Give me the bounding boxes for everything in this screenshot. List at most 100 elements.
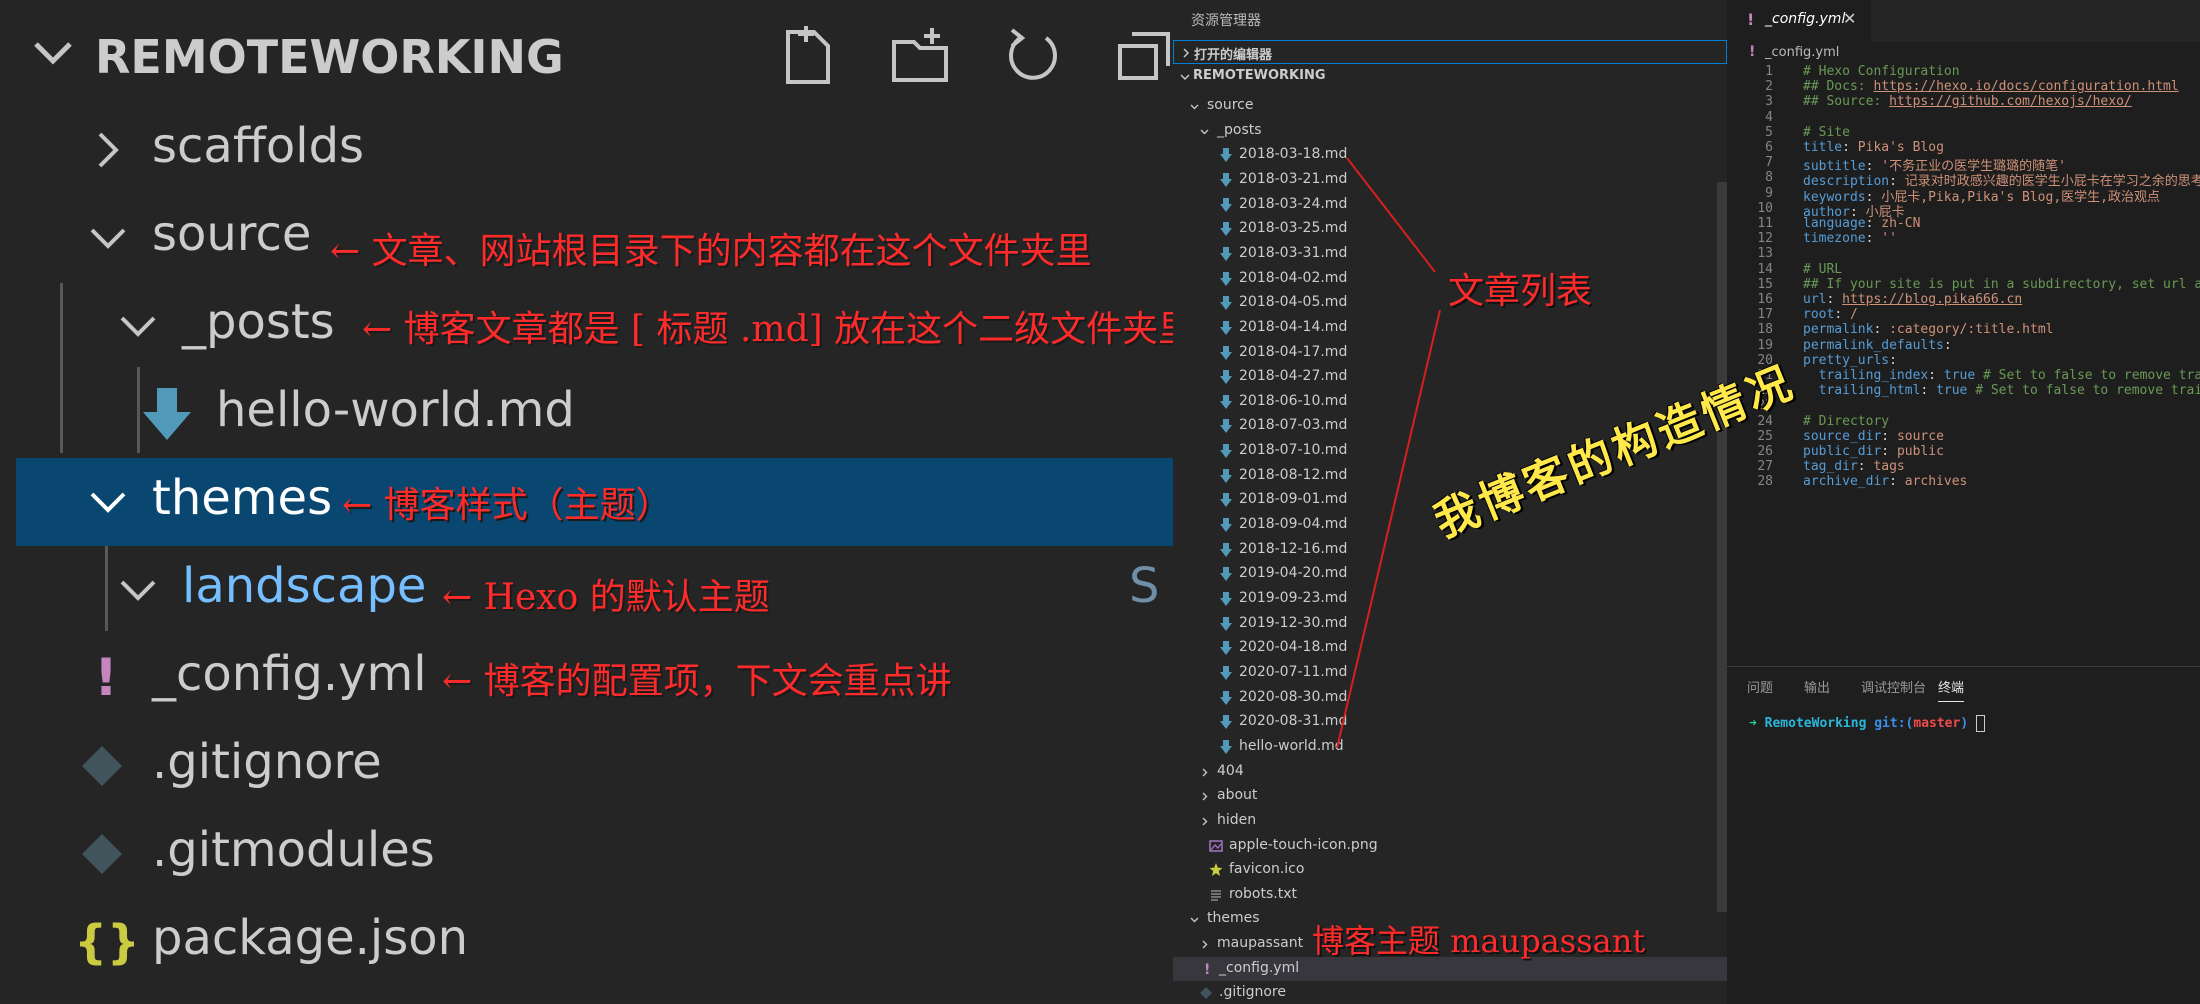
- tree-folder-posts[interactable]: _posts: [1173, 119, 1727, 144]
- tree-file-post[interactable]: 2018-04-17.md: [1173, 341, 1727, 366]
- code-line[interactable]: 9 keywords: 小屁卡,Pika,Pika's Blog,医学生,政治观点: [1727, 186, 2200, 205]
- workspace-section[interactable]: REMOTEWORKING: [1173, 65, 1727, 89]
- collapse-all-icon[interactable]: [1112, 24, 1173, 90]
- code-line[interactable]: 17 root: /: [1727, 307, 2200, 322]
- chevron-down-icon[interactable]: [1189, 914, 1200, 925]
- tree-file[interactable]: apple-touch-icon.png: [1173, 834, 1727, 859]
- tree-file-post[interactable]: 2018-03-25.md: [1173, 217, 1727, 242]
- tree-file-post[interactable]: 2018-04-14.md: [1173, 316, 1727, 341]
- tree-folder[interactable]: hiden: [1173, 809, 1727, 834]
- chevron-down-icon[interactable]: [30, 30, 76, 76]
- code-line[interactable]: 21 trailing_index: true # Set to false t…: [1727, 368, 2200, 383]
- tree-file-post[interactable]: 2019-12-30.md: [1173, 612, 1727, 637]
- tree-file-post[interactable]: 2018-03-18.md: [1173, 143, 1727, 168]
- code-line[interactable]: 3 ## Source: https://github.com/hexojs/he…: [1727, 94, 2200, 109]
- explorer-section-header[interactable]: REMOTEWORKING: [0, 0, 1173, 104]
- chevron-down-icon[interactable]: [1189, 101, 1200, 112]
- breadcrumb-item[interactable]: _config.yml: [1765, 45, 1839, 60]
- scrollbar[interactable]: [1717, 182, 1727, 912]
- open-editors-section[interactable]: 打开的编辑器: [1173, 40, 1727, 64]
- code-line[interactable]: 26 public_dir: public: [1727, 444, 2200, 459]
- tree-item-label: maupassant: [1217, 935, 1304, 952]
- code-line[interactable]: 2 ## Docs: https://hexo.io/docs/configura…: [1727, 79, 2200, 94]
- refresh-icon[interactable]: [1000, 24, 1066, 90]
- tree-file-post[interactable]: 2019-09-23.md: [1173, 587, 1727, 612]
- tree-item-scaffolds[interactable]: scaffolds: [16, 106, 1173, 194]
- tree-file-post[interactable]: 2020-04-18.md: [1173, 636, 1727, 661]
- close-icon[interactable]: ✕: [1843, 9, 1856, 28]
- code-line[interactable]: 19 permalink_defaults:: [1727, 338, 2200, 353]
- chevron-right-icon[interactable]: [1199, 791, 1210, 802]
- tree-item-hello-world[interactable]: hello-world.md: [16, 370, 1173, 458]
- chevron-right-icon[interactable]: [1199, 939, 1210, 950]
- chevron-down-icon[interactable]: [116, 568, 160, 612]
- tree-file-post[interactable]: 2020-08-30.md: [1173, 686, 1727, 711]
- tree-item-gitignore[interactable]: .gitignore: [16, 722, 1173, 810]
- terminal-prompt[interactable]: ➜ RemoteWorking git:(master): [1749, 715, 1985, 732]
- code-line[interactable]: 13: [1727, 246, 2200, 261]
- tree-file-post[interactable]: 2018-03-24.md: [1173, 193, 1727, 218]
- tree-file[interactable]: robots.txt: [1173, 883, 1727, 908]
- code-line[interactable]: 24 # Directory: [1727, 414, 2200, 429]
- chevron-right-icon[interactable]: [1180, 47, 1192, 59]
- tree-file[interactable]: favicon.ico: [1173, 858, 1727, 883]
- new-file-icon[interactable]: [776, 24, 842, 90]
- code-token: # Set to false to remove trailing '.html…: [1975, 383, 2200, 399]
- tree-folder-source[interactable]: source: [1173, 94, 1727, 119]
- tree-file-post[interactable]: 2020-08-31.md: [1173, 710, 1727, 735]
- new-folder-icon[interactable]: [888, 24, 954, 90]
- code-line[interactable]: 5 # Site: [1727, 125, 2200, 140]
- code-text: # Directory: [1803, 414, 1889, 429]
- code-line[interactable]: 27 tag_dir: tags: [1727, 459, 2200, 474]
- code-line[interactable]: 25 source_dir: source: [1727, 429, 2200, 444]
- breadcrumb[interactable]: ! _config.yml: [1727, 42, 2200, 64]
- code-line[interactable]: 12 timezone: '': [1727, 231, 2200, 246]
- chevron-down-icon[interactable]: [1199, 126, 1210, 137]
- chevron-down-icon[interactable]: [1179, 71, 1191, 83]
- tree-file-post[interactable]: 2018-04-27.md: [1173, 365, 1727, 390]
- code-token: :: [1889, 474, 1905, 490]
- tree-file-post[interactable]: 2018-03-21.md: [1173, 168, 1727, 193]
- code-token: ## Docs:: [1803, 79, 1874, 95]
- tree-item-package-json[interactable]: {} package.json: [16, 898, 1173, 986]
- code-line[interactable]: 6 title: Pika's Blog: [1727, 140, 2200, 155]
- code-line[interactable]: 8 description: 记录对时政感兴趣的医学生小屁卡在学习之余的思考: [1727, 170, 2200, 189]
- code-line[interactable]: 16 url: https://blog.pika666.cn: [1727, 292, 2200, 307]
- chevron-down-icon[interactable]: [86, 480, 130, 524]
- chevron-down-icon[interactable]: [116, 304, 160, 348]
- tab-output[interactable]: 输出: [1804, 677, 1830, 696]
- code-line[interactable]: 11 language: zh-CN: [1727, 216, 2200, 231]
- tab-terminal[interactable]: 终端: [1938, 677, 1965, 702]
- code-token: :: [1873, 322, 1890, 338]
- tree-file-post[interactable]: hello-world.md: [1173, 735, 1727, 760]
- tab-config-yml[interactable]: ! _config.yml ✕: [1727, 0, 1871, 42]
- code-line[interactable]: 20 pretty_urls:: [1727, 353, 2200, 368]
- code-line[interactable]: 7 subtitle: '不务正业の医学生璐璐的随笔': [1727, 155, 2200, 174]
- code-line[interactable]: 14 # URL: [1727, 262, 2200, 277]
- tab-debug-console[interactable]: 调试控制台: [1861, 677, 1926, 696]
- chevron-right-icon[interactable]: [1199, 816, 1210, 827]
- code-text: permalink: :category/:title.html: [1803, 322, 2053, 337]
- tree-file-post[interactable]: 2020-07-11.md: [1173, 661, 1727, 686]
- code-line[interactable]: 1 # Hexo Configuration: [1727, 64, 2200, 79]
- chevron-right-icon[interactable]: [1199, 767, 1210, 778]
- code-line[interactable]: 28 archive_dir: archives: [1727, 474, 2200, 489]
- tree-file-gitignore[interactable]: .gitignore: [1173, 981, 1727, 1004]
- code-line[interactable]: 15 ## If your site is put in a subdirecto…: [1727, 277, 2200, 292]
- tree-folder[interactable]: about: [1173, 784, 1727, 809]
- tab-label: _config.yml: [1765, 11, 1846, 27]
- code-line[interactable]: 18 permalink: :category/:title.html: [1727, 322, 2200, 337]
- tree-item-gitmodules[interactable]: .gitmodules: [16, 810, 1173, 898]
- tab-problems[interactable]: 问题: [1747, 677, 1773, 696]
- chevron-down-icon[interactable]: [86, 216, 130, 260]
- markdown-file-icon: [1220, 567, 1232, 582]
- code-line[interactable]: 4: [1727, 110, 2200, 125]
- code-line[interactable]: 10 author: 小屁卡: [1727, 201, 2200, 220]
- tree-folder[interactable]: 404: [1173, 760, 1727, 785]
- tree-item-label: .gitmodules: [152, 822, 435, 878]
- tree-file-post[interactable]: 2019-04-20.md: [1173, 562, 1727, 587]
- chevron-right-icon[interactable]: [86, 128, 130, 172]
- tree-item-label: 2019-04-20.md: [1239, 565, 1348, 582]
- code-token: '': [1881, 231, 1897, 247]
- code-token: tags: [1873, 459, 1905, 475]
